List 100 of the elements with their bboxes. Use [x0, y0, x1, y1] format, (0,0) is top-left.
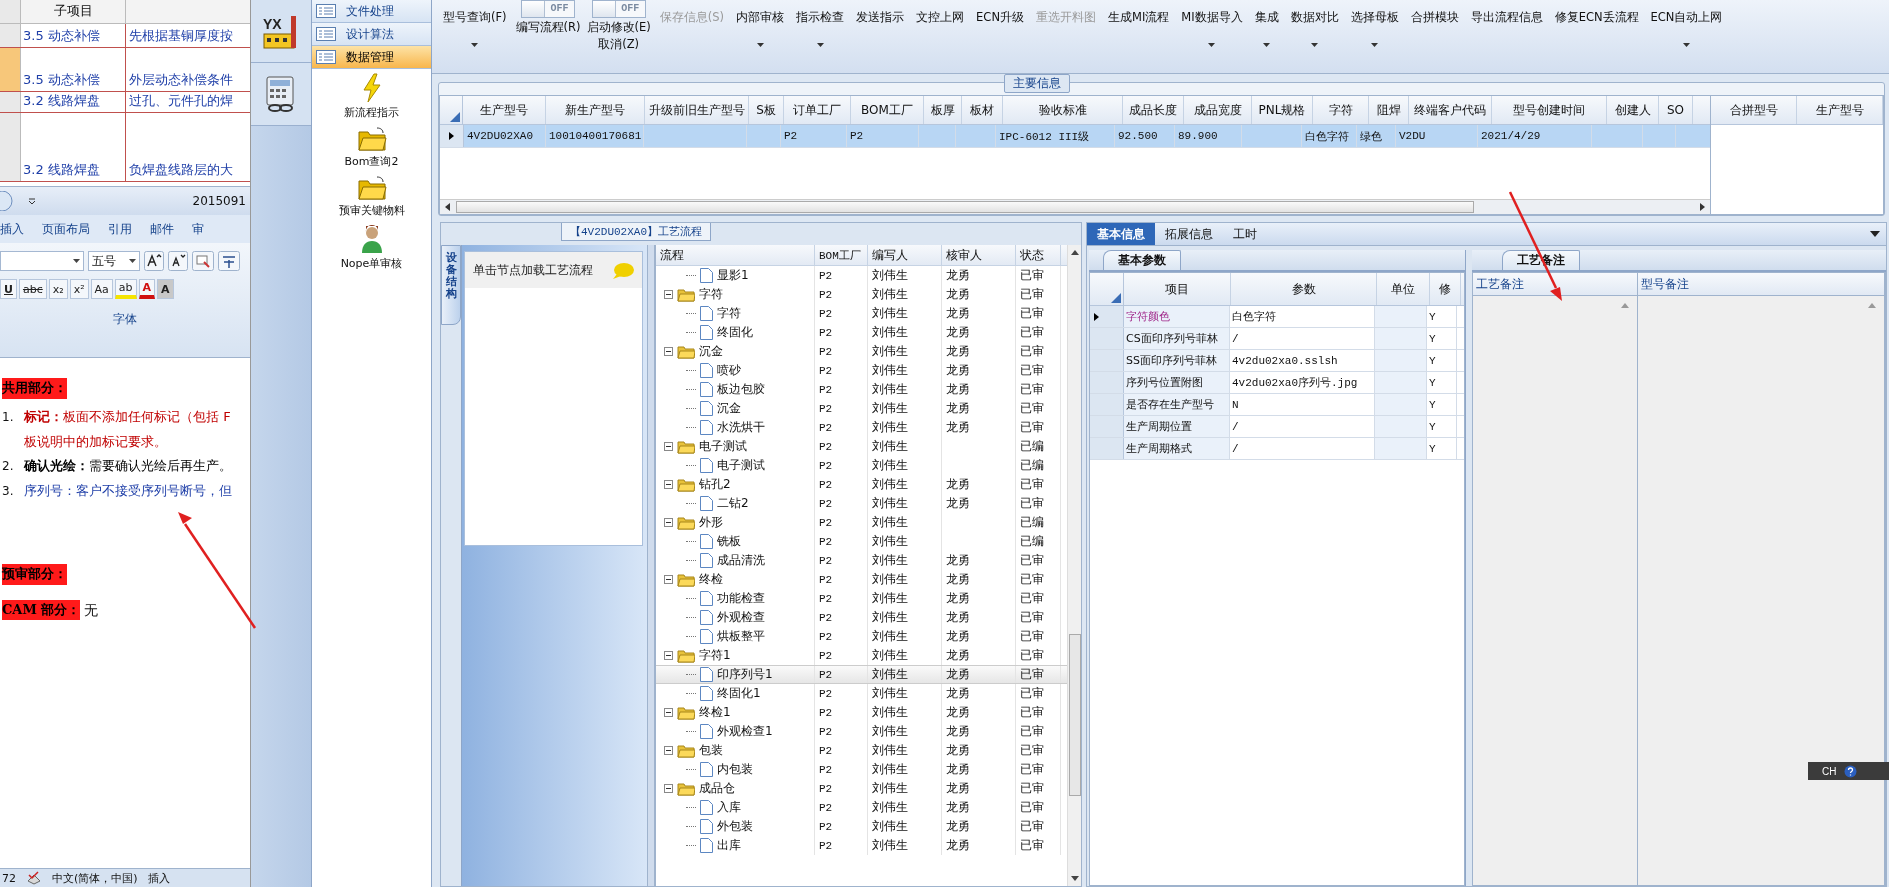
horizontal-scrollbar[interactable]	[440, 199, 1710, 214]
tree-row[interactable]: 字符 P2 刘伟生 龙勇 已审	[656, 285, 1067, 304]
format-button[interactable]: A	[138, 279, 156, 299]
column-header[interactable]: 订单工厂	[784, 96, 851, 124]
tree-row[interactable]: 包装 P2 刘伟生 龙勇 已审	[656, 741, 1067, 760]
side-tab[interactable]: 设备结构	[441, 245, 461, 325]
toolbar-button[interactable]: 合拼模块	[1407, 8, 1462, 27]
toolbar-button[interactable]: 数据对比	[1287, 8, 1342, 49]
tree-row[interactable]: 喷砂 P2 刘伟生 龙勇 已审	[656, 361, 1067, 380]
proofing-icon[interactable]	[26, 871, 42, 885]
column-header[interactable]: 生产型号	[1797, 96, 1883, 124]
scroll-left-icon[interactable]	[444, 203, 452, 211]
column-header[interactable]: BOM工厂	[851, 96, 924, 124]
column-header[interactable]: 字符	[1313, 96, 1369, 124]
collapse-icon[interactable]	[664, 651, 673, 660]
toolbar-button[interactable]: MI数据导入	[1178, 8, 1246, 49]
toolbar-button[interactable]: ECN升级	[973, 8, 1027, 27]
tree-row[interactable]: 沉金 P2 刘伟生 龙勇 已审	[656, 399, 1067, 418]
collapse-icon[interactable]	[664, 442, 673, 451]
column-header[interactable]: 参数	[1231, 273, 1377, 305]
font-size-field[interactable]: 五号	[88, 251, 140, 271]
table-row[interactable]: 序列号位置附图 4v2du02xa0序列号.jpg Y	[1090, 372, 1464, 394]
tab[interactable]: 基本信息	[1087, 223, 1155, 245]
toolbar-button[interactable]: 内部审核	[733, 8, 788, 49]
tool-label[interactable]: 新流程指示	[344, 105, 399, 120]
tree-row[interactable]: 铣板 P2 刘伟生 已编	[656, 532, 1067, 551]
collapse-icon[interactable]	[664, 480, 673, 489]
remark-field[interactable]: 工艺备注	[1473, 273, 1638, 885]
tree-row[interactable]: 成品清洗 P2 刘伟生 龙勇 已审	[656, 551, 1067, 570]
column-header[interactable]: 项目	[1124, 273, 1231, 305]
column-header[interactable]: 单位	[1377, 273, 1430, 305]
toolbar-button[interactable]: 生成MI流程	[1105, 8, 1173, 27]
ribbon-tab[interactable]: 页面布局	[42, 220, 90, 238]
toolbar-button[interactable]: 选择母板	[1347, 8, 1402, 49]
ribbon-tab[interactable]: 邮件	[150, 220, 174, 238]
toolbar-button[interactable]: 修复ECN丢流程	[1551, 8, 1642, 27]
tree-row[interactable]: 电子测试 P2 刘伟生 已编	[656, 456, 1067, 475]
collapse-icon[interactable]	[664, 518, 673, 527]
column-header[interactable]: 生产型号	[463, 96, 546, 124]
collapse-icon[interactable]	[664, 746, 673, 755]
tree-row[interactable]: 字符 P2 刘伟生 龙勇 已审	[656, 304, 1067, 323]
tool-label[interactable]: Nope单审核	[340, 256, 403, 271]
tree-row[interactable]: 终固化 P2 刘伟生 龙勇 已审	[656, 323, 1067, 342]
toolbar-button[interactable]: ECN自动上网	[1647, 8, 1726, 49]
column-header[interactable]: 编写人	[868, 245, 942, 265]
tree-row[interactable]: 二钻2 P2 刘伟生 龙勇 已审	[656, 494, 1067, 513]
column-header[interactable]: 新生产型号	[546, 96, 645, 124]
column-header[interactable]: 板厚	[924, 96, 962, 124]
column-header[interactable]: 型号创建时间	[1492, 96, 1607, 124]
tree-row[interactable]: 沉金 P2 刘伟生 龙勇 已审	[656, 342, 1067, 361]
tree-row[interactable]: 板边包胶 P2 刘伟生 龙勇 已审	[656, 380, 1067, 399]
folder-icon[interactable]	[356, 126, 387, 152]
format-button[interactable]: Aa	[90, 279, 113, 299]
ribbon-tab[interactable]: 审	[192, 220, 204, 238]
tree-row[interactable]: 外观检查1 P2 刘伟生 龙勇 已审	[656, 722, 1067, 741]
column-header[interactable]: BOM工厂	[815, 245, 868, 265]
column-header[interactable]: 状态	[1016, 245, 1061, 265]
toolbar-button[interactable]: 导出流程信息	[1467, 8, 1546, 27]
column-header[interactable]: 流程	[656, 245, 815, 265]
collapse-icon[interactable]	[664, 290, 673, 299]
column-header[interactable]: 升级前旧生产型号	[645, 96, 749, 124]
tree-row[interactable]: 终固化1 P2 刘伟生 龙勇 已审	[656, 684, 1067, 703]
table-row[interactable]: 字符颜色 白色字符 Y	[1090, 306, 1464, 328]
toolbar-button[interactable]: 发送指示	[853, 8, 908, 27]
table-row[interactable]: 是否存在生产型号 N Y	[1090, 394, 1464, 416]
column-header[interactable]: 板材	[962, 96, 1003, 124]
format-button[interactable]: ab	[114, 279, 137, 299]
collapse-icon[interactable]	[664, 708, 673, 717]
tree-row[interactable]: 钻孔2 P2 刘伟生 龙勇 已审	[656, 475, 1067, 494]
caret-icon[interactable]	[1870, 231, 1880, 237]
collapse-icon[interactable]	[664, 784, 673, 793]
cancel-button[interactable]: 取消(Z)	[598, 37, 640, 52]
tree-row[interactable]: 终检1 P2 刘伟生 龙勇 已审	[656, 703, 1067, 722]
language-bar[interactable]: CH	[1808, 762, 1889, 780]
column-header[interactable]: S板	[749, 96, 784, 124]
toolbar-button[interactable]: 文控上网	[913, 8, 968, 27]
nav-item[interactable]: 文件处理	[312, 0, 431, 23]
tree-row[interactable]: 功能检查 P2 刘伟生 龙勇 已审	[656, 589, 1067, 608]
column-header[interactable]: 验收标准	[1003, 96, 1123, 124]
tree-row[interactable]: 出库 P2 刘伟生 龙勇 已审	[656, 836, 1067, 855]
clear-format-icon[interactable]	[192, 251, 214, 271]
tree-row[interactable]: 印序列号1 P2 刘伟生 龙勇 已审	[656, 665, 1067, 684]
column-header[interactable]: 成品长度	[1123, 96, 1184, 124]
font-name-field[interactable]	[0, 251, 84, 271]
tree-row[interactable]: 外观检查 P2 刘伟生 龙勇 已审	[656, 608, 1067, 627]
status-text[interactable]: 插入	[147, 870, 170, 886]
grow-font-icon[interactable]	[144, 251, 164, 271]
scroll-right-icon[interactable]	[1698, 203, 1706, 211]
splitter-handle[interactable]	[647, 245, 655, 886]
column-header[interactable]: SO	[1659, 96, 1693, 124]
toolbar-button[interactable]: 集成	[1251, 8, 1282, 49]
table-row[interactable]: CS面印序列号菲林 / Y	[1090, 328, 1464, 350]
ribbon-tab[interactable]: 引用	[108, 220, 132, 238]
tab[interactable]: 工时	[1223, 223, 1267, 245]
column-header[interactable]: 成品宽度	[1184, 96, 1252, 124]
column-header[interactable]: 合拼型号	[1711, 96, 1797, 124]
table-row[interactable]: 生产周期位置 / Y	[1090, 416, 1464, 438]
toolbar-button[interactable]: 指示检查	[793, 8, 848, 49]
column-header[interactable]: 创建人	[1607, 96, 1659, 124]
ribbon-tab[interactable]: 插入	[0, 220, 24, 238]
